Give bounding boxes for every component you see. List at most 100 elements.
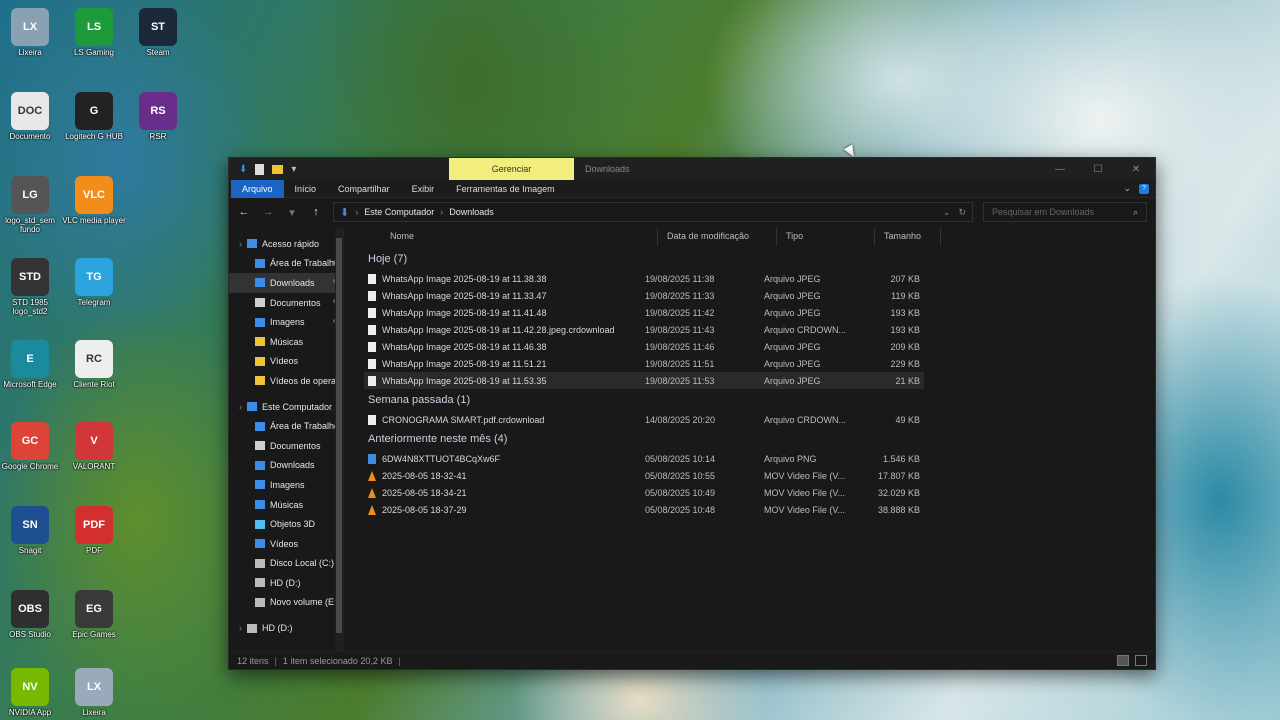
nav-item[interactable]: Novo volume (E:) <box>229 593 343 613</box>
file-row[interactable]: CRONOGRAMA SMART.pdf.crdownload 14/08/202… <box>364 411 924 428</box>
nav-item[interactable]: › Este Computador <box>229 397 343 417</box>
desktop-shortcut[interactable]: LG logo_std_sem fundo <box>0 176 60 248</box>
desktop-shortcut[interactable]: V VALORANT <box>64 422 124 494</box>
nav-item[interactable]: Imagens✎ <box>229 312 343 332</box>
tab-view[interactable]: Exibir <box>401 180 446 198</box>
desktop-shortcut-label: Documento <box>9 132 51 141</box>
title-bar[interactable]: ⬇ ▾ Gerenciar Downloads — ☐ ✕ <box>229 158 1155 180</box>
group-header[interactable]: Anteriormente neste mês (4) <box>364 428 924 450</box>
tab-file[interactable]: Arquivo <box>231 179 284 198</box>
file-row[interactable]: WhatsApp Image 2025-08-19 at 11.53.35 19/… <box>364 372 924 389</box>
file-row[interactable]: WhatsApp Image 2025-08-19 at 11.42.28.jp… <box>364 321 924 338</box>
column-name[interactable]: Nome <box>384 231 414 241</box>
column-date[interactable]: Data de modificação <box>661 231 749 241</box>
maximize-button[interactable]: ☐ <box>1079 158 1117 180</box>
file-row[interactable]: 2025-08-05 18-34-21 05/08/2025 10:49 MOV V… <box>364 484 924 501</box>
desktop-shortcut[interactable]: OBS OBS Studio <box>0 590 60 662</box>
nav-item[interactable]: Músicas <box>229 495 343 515</box>
minimize-button[interactable]: — <box>1041 158 1079 180</box>
customize-toolbar-icon[interactable]: ▾ <box>291 164 296 175</box>
desktop-shortcut[interactable]: PDF PDF <box>64 506 124 578</box>
tab-image-tools[interactable]: Ferramentas de Imagem <box>445 180 566 198</box>
back-arrow-icon[interactable]: ← <box>237 206 251 218</box>
desktop-shortcut[interactable]: G Logitech G HUB <box>64 92 124 164</box>
desktop-shortcut[interactable]: ST Steam <box>128 8 188 80</box>
column-divider[interactable] <box>657 228 658 246</box>
file-row[interactable]: WhatsApp Image 2025-08-19 at 11.38.38 19/… <box>364 270 924 287</box>
close-button[interactable]: ✕ <box>1117 158 1155 180</box>
expand-chevron-icon[interactable]: › <box>239 623 242 633</box>
desktop-shortcut[interactable]: RC Cliente Riot <box>64 340 124 412</box>
search-icon[interactable]: ⌕ <box>1133 207 1138 218</box>
column-divider[interactable] <box>776 228 777 246</box>
expand-chevron-icon[interactable]: › <box>239 239 242 249</box>
desktop-shortcut[interactable]: LS LS Gaming <box>64 8 124 80</box>
nav-item[interactable]: Músicas <box>229 332 343 352</box>
recent-locations-icon[interactable]: ▾ <box>285 206 299 219</box>
documents-folder-icon <box>255 298 265 308</box>
nav-item[interactable]: Downloads <box>229 456 343 476</box>
column-divider[interactable] <box>874 228 875 246</box>
file-row[interactable]: 2025-08-05 18-32-41 05/08/2025 10:55 MOV V… <box>364 467 924 484</box>
file-row[interactable]: 6DW4N8XTTUOT4BCqXw6F 05/08/2025 10:14 Arqu… <box>364 450 924 467</box>
forward-arrow-icon[interactable]: → <box>261 206 275 218</box>
properties-icon[interactable] <box>255 163 265 175</box>
nav-item[interactable]: HD (D:) <box>229 573 343 593</box>
help-icon[interactable]: ? <box>1139 183 1149 194</box>
new-folder-icon[interactable] <box>272 164 284 174</box>
breadcrumb-this-pc[interactable]: Este Computador <box>364 207 434 217</box>
nav-item[interactable]: Vídeos <box>229 352 343 372</box>
expand-chevron-icon[interactable]: › <box>239 402 242 412</box>
desktop-shortcut[interactable]: TG Telegram <box>64 258 124 330</box>
desktop-shortcut[interactable]: RS RSR <box>128 92 188 164</box>
desktop-shortcut[interactable]: NV NVIDIA App <box>0 668 60 720</box>
vlc-file-icon <box>368 470 376 481</box>
nav-item[interactable]: Área de Trabalho <box>229 416 343 436</box>
nav-item[interactable]: › Acesso rápido <box>229 234 343 254</box>
file-row[interactable]: WhatsApp Image 2025-08-19 at 11.41.48 19/… <box>364 304 924 321</box>
desktop-shortcut[interactable]: LX Lixeira <box>64 668 124 720</box>
nav-item[interactable]: Disco Local (C:) <box>229 554 343 574</box>
desktop-shortcut[interactable]: EG Epic Games <box>64 590 124 662</box>
search-input[interactable]: Pesquisar em Downloads ⌕ <box>983 202 1147 222</box>
nav-scrollbar-thumb[interactable] <box>336 238 342 633</box>
refresh-icon[interactable]: ↻ <box>958 207 966 218</box>
column-size[interactable]: Tamanho <box>878 231 921 241</box>
column-type[interactable]: Tipo <box>780 231 803 241</box>
file-row[interactable]: WhatsApp Image 2025-08-19 at 11.33.47 19/… <box>364 287 924 304</box>
address-bar[interactable]: ⬇ › Este Computador › Downloads ⌄ ↻ <box>333 202 973 222</box>
nav-item[interactable]: Vídeos <box>229 534 343 554</box>
desktop-shortcut[interactable]: SN Snagit <box>0 506 60 578</box>
large-icons-view-icon[interactable] <box>1135 655 1147 666</box>
nav-item[interactable]: Documentos✎ <box>229 293 343 313</box>
details-view-icon[interactable] <box>1117 655 1129 666</box>
desktop-shortcut[interactable]: DOC Documento <box>0 92 60 164</box>
nav-item[interactable]: Downloads✎ <box>229 273 343 293</box>
desktop-shortcut[interactable]: LX Lixeira <box>0 8 60 80</box>
tab-share[interactable]: Compartilhar <box>327 180 401 198</box>
file-date: 05/08/2025 10:49 <box>645 487 716 498</box>
address-dropdown-icon[interactable]: ⌄ <box>943 207 951 218</box>
group-header[interactable]: Semana passada (1) <box>364 389 924 411</box>
desktop-shortcut[interactable]: VLC VLC media player <box>62 176 126 248</box>
column-divider[interactable] <box>940 228 941 246</box>
nav-item[interactable]: Objetos 3D <box>229 514 343 534</box>
nav-item[interactable]: › HD (D:) <box>229 618 343 638</box>
nav-item[interactable]: Área de Trabalho✎ <box>229 254 343 274</box>
nav-item[interactable]: Documentos <box>229 436 343 456</box>
expand-ribbon-icon[interactable]: ⌄ <box>1123 183 1131 194</box>
group-header[interactable]: Hoje (7) <box>364 248 924 270</box>
desktop-shortcut[interactable]: GC Google Chrome <box>0 422 60 494</box>
tab-home[interactable]: Início <box>284 180 328 198</box>
up-arrow-icon[interactable]: ↑ <box>309 206 323 218</box>
nav-item[interactable]: Vídeos de operação <box>229 371 343 391</box>
nav-item[interactable]: Imagens <box>229 475 343 495</box>
contextual-tab-manage[interactable]: Gerenciar <box>449 158 574 180</box>
desktop-shortcut[interactable]: E Microsoft Edge <box>0 340 60 412</box>
file-row[interactable]: 2025-08-05 18-37-29 05/08/2025 10:48 MOV V… <box>364 501 924 518</box>
breadcrumb-downloads[interactable]: Downloads <box>449 207 494 217</box>
nav-scrollbar[interactable] <box>335 228 343 651</box>
file-row[interactable]: WhatsApp Image 2025-08-19 at 11.46.38 19/… <box>364 338 924 355</box>
desktop-shortcut[interactable]: STD STD 1985 logo_std2 <box>0 258 60 330</box>
file-row[interactable]: WhatsApp Image 2025-08-19 at 11.51.21 19/… <box>364 355 924 372</box>
